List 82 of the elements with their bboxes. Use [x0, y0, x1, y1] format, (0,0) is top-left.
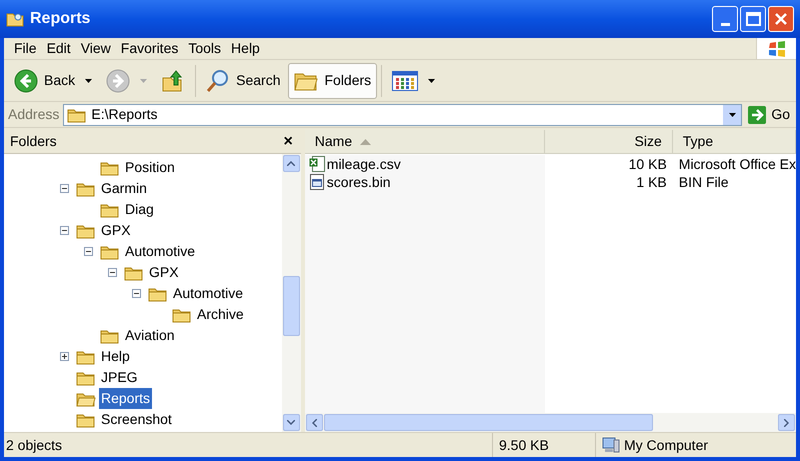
column-header[interactable]: Name [304, 130, 545, 153]
status-total-size: 9.50 KB [492, 433, 595, 457]
collapse-icon[interactable] [60, 226, 69, 235]
folder-icon [76, 180, 96, 196]
folder-search-icon [6, 11, 24, 27]
file-type: Microsoft Office Ex [678, 154, 796, 174]
folder-tree-item[interactable]: Archive [195, 304, 246, 325]
file-type: BIN File [678, 172, 730, 192]
window-title: Reports [30, 9, 92, 29]
menu-item[interactable]: File [9, 38, 42, 59]
folder-icon [76, 370, 96, 386]
folders-button[interactable]: Folders [288, 62, 378, 98]
pane-title: Folders [10, 132, 57, 151]
menu-item[interactable]: Tools [183, 38, 226, 59]
folder-tree-item[interactable]: GPX [99, 220, 133, 241]
folder-icon [100, 160, 120, 176]
folder-tree-item[interactable]: JPEG [99, 367, 140, 388]
sort-ascending-icon [360, 138, 372, 144]
scroll-up-icon [287, 161, 296, 166]
folder-tree-item[interactable]: Help [99, 346, 132, 367]
computer-icon [602, 437, 620, 453]
folder-icon [100, 202, 120, 218]
collapse-icon[interactable] [84, 247, 93, 256]
collapse-icon[interactable] [132, 289, 141, 298]
folder-tree-item[interactable]: Position [123, 157, 177, 178]
folder-tree-item[interactable]: Automotive [123, 241, 198, 262]
column-header[interactable]: Type [672, 130, 796, 153]
collapse-icon[interactable] [108, 268, 117, 277]
status-object-count: 2 objects [5, 436, 64, 455]
maximize-button[interactable] [740, 6, 766, 32]
caret-icon [140, 78, 148, 82]
close-pane-button[interactable]: × [281, 134, 295, 150]
folder-icon [76, 348, 96, 364]
caret-icon [85, 78, 92, 82]
folder-icon [172, 306, 192, 322]
folder-icon [76, 412, 96, 428]
close-icon [774, 12, 788, 26]
address-label: Address [8, 105, 60, 124]
folder-icon [100, 328, 120, 344]
search-icon [206, 68, 230, 92]
expand-icon[interactable] [60, 352, 69, 361]
file-size: 1 KB [635, 172, 668, 192]
folder-icon [76, 222, 96, 238]
scroll-thumb[interactable] [324, 414, 653, 431]
collapse-icon[interactable] [60, 184, 69, 193]
status-location: My Computer [624, 436, 708, 455]
scroll-right-icon [784, 418, 789, 426]
minimize-button[interactable] [712, 6, 738, 32]
folder-tree-item[interactable]: Reports [99, 388, 152, 409]
column-header[interactable]: Size [544, 130, 673, 153]
go-arrow-icon [748, 106, 766, 124]
menu-item[interactable]: View [76, 38, 116, 59]
caret-icon [428, 78, 436, 82]
go-button[interactable]: Go [746, 104, 792, 125]
menu-item[interactable]: Edit [42, 38, 76, 59]
horizontal-scrollbar[interactable] [304, 413, 796, 432]
folder-tree-item[interactable]: Aviation [123, 325, 177, 346]
back-button[interactable]: Back [8, 62, 98, 98]
scroll-down-icon [287, 420, 296, 425]
scroll-thumb[interactable] [282, 276, 300, 336]
folder-icon [148, 286, 168, 302]
caret-icon [728, 112, 736, 116]
folder-icon [67, 106, 88, 122]
menu-item[interactable]: Favorites [116, 38, 184, 59]
dropdown-button[interactable] [723, 104, 742, 124]
vertical-scrollbar[interactable] [282, 154, 301, 432]
file-size: 10 KB [628, 154, 668, 174]
folder-tree-item[interactable]: Screenshot [99, 409, 174, 430]
views-grid-icon [392, 70, 418, 90]
folder-icon [100, 244, 120, 260]
scroll-left-icon [312, 418, 317, 426]
open-folder-icon [76, 390, 96, 406]
folder-tree-item[interactable]: GPX [147, 262, 181, 283]
search-button[interactable]: Search [200, 62, 286, 98]
address-field[interactable]: E:\Reports [63, 104, 742, 126]
menu-item[interactable]: Help [226, 38, 265, 59]
folder-icon [124, 264, 144, 280]
folder-tree-item[interactable]: Garmin [99, 178, 149, 199]
folder-tree-item[interactable]: Automotive [171, 283, 246, 304]
windows-flag-icon [768, 40, 786, 56]
close-button[interactable] [768, 6, 794, 32]
folder-tree-item[interactable]: Diag [123, 199, 156, 220]
